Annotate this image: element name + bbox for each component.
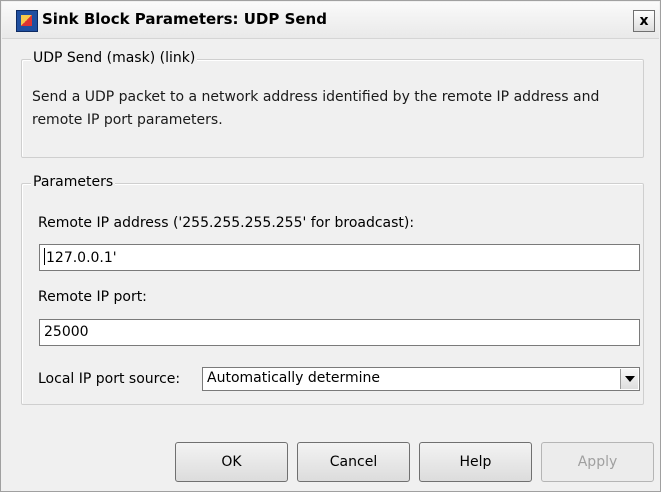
- description-group: UDP Send (mask) (link) Send a UDP packet…: [21, 50, 644, 158]
- parameters-group: Parameters Remote IP address ('255.255.2…: [21, 174, 644, 405]
- close-icon: x: [639, 13, 649, 29]
- parameters-group-legend: Parameters: [31, 174, 116, 190]
- chevron-down-icon[interactable]: [620, 369, 638, 389]
- text-cursor: [44, 248, 45, 265]
- remote-port-label: Remote IP port:: [38, 289, 147, 305]
- remote-port-value: 25000: [44, 324, 89, 340]
- simulink-block-icon: [16, 10, 38, 32]
- remote-port-input[interactable]: 25000: [39, 319, 640, 346]
- window-title: Sink Block Parameters: UDP Send: [42, 10, 327, 28]
- ok-button[interactable]: OK: [175, 442, 288, 482]
- remote-ip-value: 127.0.0.1': [46, 250, 117, 266]
- local-port-source-label: Local IP port source:: [38, 371, 181, 387]
- dialog-window: Sink Block Parameters: UDP Send x UDP Se…: [0, 0, 661, 492]
- local-port-source-select[interactable]: Automatically determine: [202, 367, 640, 391]
- apply-button[interactable]: Apply: [541, 442, 654, 482]
- help-button[interactable]: Help: [419, 442, 532, 482]
- description-group-legend: UDP Send (mask) (link): [31, 50, 198, 66]
- cancel-button[interactable]: Cancel: [297, 442, 410, 482]
- block-description: Send a UDP packet to a network address i…: [32, 89, 600, 128]
- remote-ip-label: Remote IP address ('255.255.255.255' for…: [38, 215, 415, 231]
- close-button[interactable]: x: [633, 10, 655, 32]
- title-bar[interactable]: Sink Block Parameters: UDP Send x: [2, 2, 659, 39]
- remote-ip-input[interactable]: 127.0.0.1': [39, 244, 640, 271]
- local-port-source-value: Automatically determine: [207, 370, 381, 386]
